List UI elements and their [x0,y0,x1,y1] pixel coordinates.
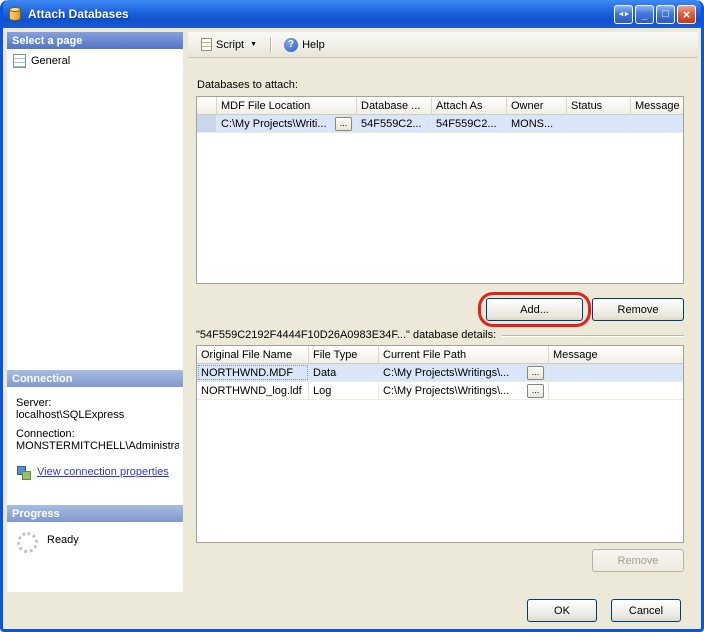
attach-as-cell[interactable]: 54F559C2... [432,115,507,132]
current-file-path-cell[interactable]: C:\My Projects\Writings\... ... [379,382,549,399]
table-row[interactable]: NORTHWND.MDF Data C:\My Projects\Writing… [197,364,683,382]
current-file-path-value: C:\My Projects\Writings\... [383,385,509,397]
dialog-footer: OK Cancel [3,592,701,629]
close-button[interactable]: × [677,5,696,24]
database-details-table: Original File Name File Type Current Fil… [196,345,684,543]
maximize-icon: □ [662,9,669,20]
mdf-file-location-value: C:\My Projects\Writi... [221,118,327,130]
message-cell [631,115,683,132]
server-label: Server: [16,397,179,409]
view-connection-properties-link[interactable]: View connection properties [37,466,169,478]
general-page-icon [13,54,26,68]
progress-spinner-icon [17,532,38,553]
dock-icon: ◄► [618,11,630,18]
details-divider [502,335,684,337]
server-value: localhost\SQLExpress [16,409,179,421]
toolbar: Script ▼ Help [188,32,698,58]
progress-status: Ready [47,534,79,546]
toolbar-separator [270,37,271,53]
page-list: General [7,49,183,370]
databases-to-attach-table: MDF File Location Database ... Attach As… [196,96,684,284]
current-file-path-cell[interactable]: C:\My Projects\Writings\... ... [379,364,549,381]
browse-path-button[interactable]: ... [527,366,544,380]
column-header-original-file-name[interactable]: Original File Name [197,346,309,363]
sidebar-item-general[interactable]: General [9,51,183,71]
cancel-button[interactable]: Cancel [611,599,681,622]
original-file-name-cell[interactable]: NORTHWND_log.ldf [197,382,309,399]
connection-value: MONSTERMITCHELL\Administra [16,440,179,452]
table-row[interactable]: NORTHWND_log.ldf Log C:\My Projects\Writ… [197,382,683,400]
column-header-mdf-file-location[interactable]: MDF File Location [217,97,357,114]
owner-cell[interactable]: MONS... [507,115,567,132]
script-icon [201,38,212,51]
status-cell [567,115,631,132]
script-button[interactable]: Script ▼ [194,35,264,54]
column-header-file-type[interactable]: File Type [309,346,379,363]
browse-path-button[interactable]: ... [527,384,544,398]
attach-table-buttons: Add... Remove [196,298,684,321]
databases-to-attach-label: Databases to attach: [197,79,684,91]
main-content: Databases to attach: MDF File Location D… [188,58,698,592]
table-row[interactable]: C:\My Projects\Writi... ... 54F559C2... … [197,115,683,133]
file-type-cell[interactable]: Log [309,382,379,399]
row-selector-cell[interactable] [197,115,217,132]
connection-properties-icon [16,465,31,479]
mdf-file-location-cell[interactable]: C:\My Projects\Writi... ... [217,115,357,132]
help-button-label: Help [302,39,325,51]
minimize-button[interactable]: _ [635,5,654,24]
dialog-body: Select a page General Connection Server:… [3,28,701,592]
details-table-header: Original File Name File Type Current Fil… [197,346,683,364]
help-button[interactable]: Help [277,35,332,55]
file-type-cell[interactable]: Data [309,364,379,381]
message-cell [549,382,683,399]
database-cell[interactable]: 54F559C2... [357,115,432,132]
details-table-empty-area [197,400,683,542]
window-title: Attach Databases [28,7,609,21]
maximize-button[interactable]: □ [656,5,675,24]
remove-button[interactable]: Remove [592,298,684,321]
connection-header: Connection [7,370,183,387]
connection-label: Connection: [16,428,179,440]
attach-table-header: MDF File Location Database ... Attach As… [197,97,683,115]
database-icon [9,7,23,22]
row-selector-header [197,97,217,114]
progress-header: Progress [7,505,183,522]
connection-properties-row: View connection properties [16,465,179,479]
sidebar: Select a page General Connection Server:… [7,32,183,592]
column-header-attach-as[interactable]: Attach As [432,97,507,114]
add-button[interactable]: Add... [486,298,583,321]
column-header-database[interactable]: Database ... [357,97,432,114]
column-header-message[interactable]: Message [631,97,683,114]
database-details-label: "54F559C2192F4444F10D26A0983E34F..." dat… [196,329,496,341]
current-file-path-value: C:\My Projects\Writings\... [383,367,509,379]
column-header-current-file-path[interactable]: Current File Path [379,346,549,363]
remove-details-button[interactable]: Remove [592,549,684,572]
message-cell [549,364,683,381]
connection-panel: Server: localhost\SQLExpress Connection:… [7,387,183,505]
sidebar-item-label: General [31,55,70,67]
ok-button[interactable]: OK [527,599,597,622]
chevron-down-icon: ▼ [250,41,257,48]
column-header-message[interactable]: Message [549,346,683,363]
progress-panel: Ready [7,522,183,592]
main-panel: Script ▼ Help Databases to attach: MDF F… [188,32,698,592]
browse-mdf-button[interactable]: ... [335,117,352,131]
details-table-buttons: Remove [196,549,684,572]
dock-button[interactable]: ◄► [614,5,633,24]
titlebar[interactable]: Attach Databases ◄► _ □ × [3,0,701,28]
window-controls: ◄► _ □ × [614,5,696,24]
select-a-page-header: Select a page [7,32,183,49]
attach-table-empty-area [197,133,683,283]
attach-databases-window: Attach Databases ◄► _ □ × Select a page … [0,0,704,632]
add-button-wrap: Add... [486,298,583,321]
script-button-label: Script [216,39,244,51]
close-icon: × [683,8,691,21]
original-file-name-cell[interactable]: NORTHWND.MDF [197,364,309,381]
minimize-icon: _ [642,11,648,21]
column-header-owner[interactable]: Owner [507,97,567,114]
help-icon [284,38,298,52]
database-details-label-row: "54F559C2192F4444F10D26A0983E34F..." dat… [196,329,684,341]
column-header-status[interactable]: Status [567,97,631,114]
